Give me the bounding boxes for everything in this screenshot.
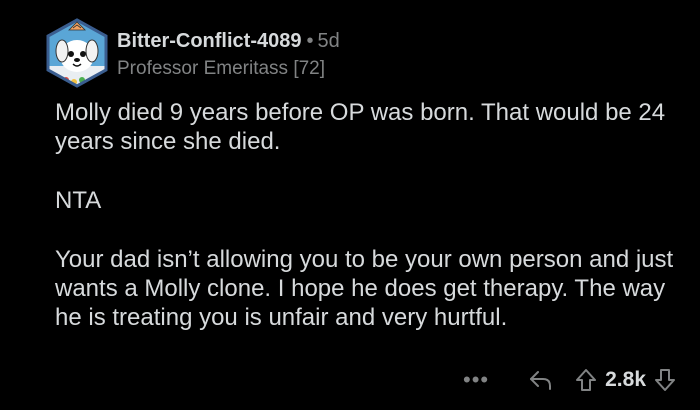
upvote-button[interactable] bbox=[575, 368, 597, 392]
comment: Bitter-Conflict-4089 • 5d Professor Emerit… bbox=[0, 0, 700, 410]
reply-button[interactable] bbox=[529, 369, 553, 391]
username-link[interactable]: Bitter-Conflict-4089 bbox=[117, 30, 301, 52]
comment-actions: ••• 2.8k bbox=[463, 365, 676, 395]
meta-separator: • bbox=[306, 30, 314, 52]
comment-paragraph: Your dad isn’t allowing you to be your o… bbox=[55, 246, 674, 331]
avatar-dog-icon bbox=[46, 18, 108, 88]
comment-header: Bitter-Conflict-4089 • 5d Professor Emerit… bbox=[117, 29, 340, 81]
comment-body: Molly died 9 years before OP was born. T… bbox=[55, 98, 685, 332]
vote-controls: 2.8k bbox=[575, 368, 676, 392]
comment-paragraph: Molly died 9 years before OP was born. T… bbox=[55, 99, 666, 155]
comment-paragraph: NTA bbox=[55, 187, 102, 214]
comment-age: 5d bbox=[317, 30, 340, 52]
upvote-icon bbox=[576, 369, 597, 391]
user-avatar[interactable] bbox=[40, 16, 114, 90]
more-icon[interactable]: ••• bbox=[463, 369, 489, 391]
downvote-icon bbox=[655, 369, 675, 391]
user-flair: Professor Emeritass [72] bbox=[117, 58, 326, 79]
comment-meta: Bitter-Conflict-4089 • 5d bbox=[117, 29, 340, 53]
vote-score: 2.8k bbox=[605, 368, 646, 391]
downvote-button[interactable] bbox=[654, 368, 676, 392]
reply-icon bbox=[530, 371, 552, 390]
